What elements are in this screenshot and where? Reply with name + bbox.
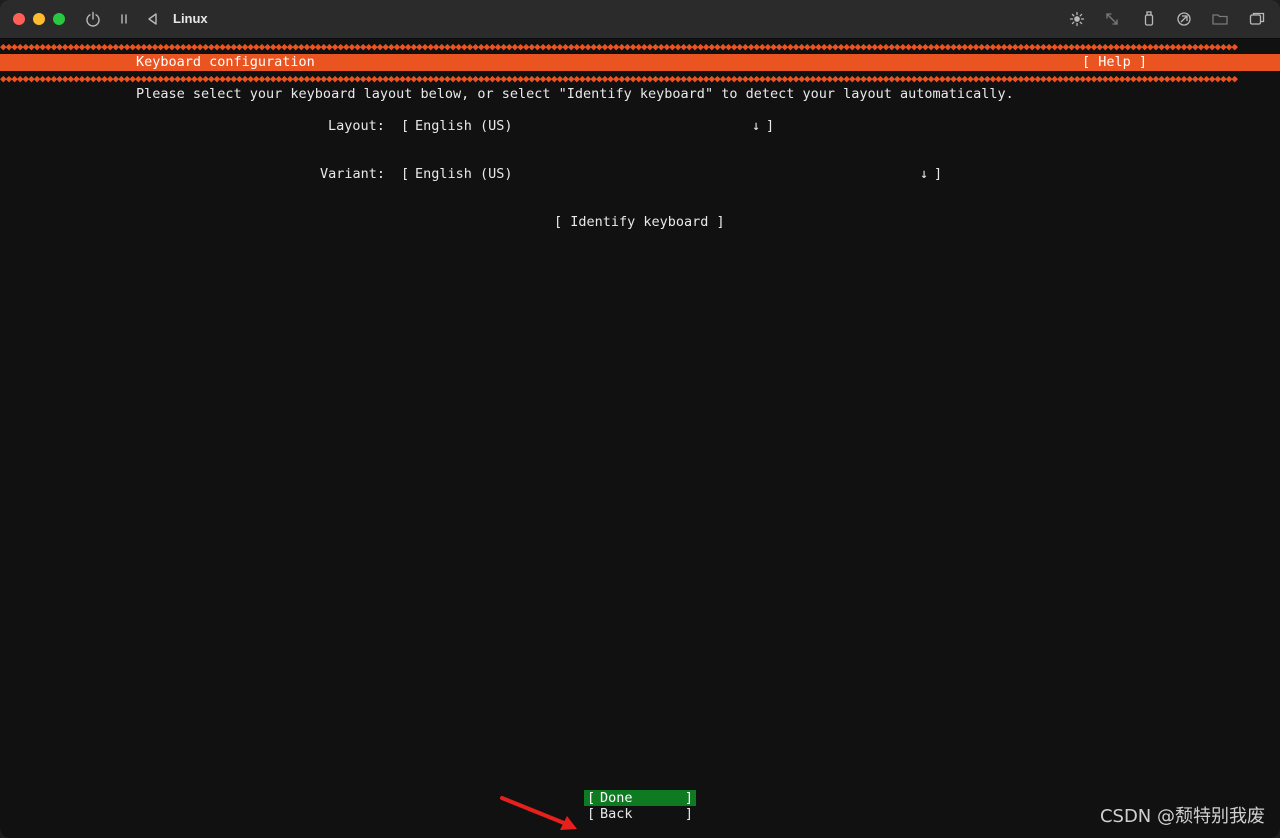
chevron-down-icon: ↓ [920,166,929,182]
page-title: Keyboard configuration [136,54,315,70]
header-pattern-top: ◆◆◆◆◆◆◆◆◆◆◆◆◆◆◆◆◆◆◆◆◆◆◆◆◆◆◆◆◆◆◆◆◆◆◆◆◆◆◆◆… [0,42,1238,51]
red-arrow-annotation [500,796,577,830]
done-bracket-left: [ [587,790,596,806]
layout-value: English (US) [415,118,513,134]
back-icon[interactable] [144,10,162,28]
title-bar: Linux [0,0,1280,39]
minimize-window-button[interactable] [33,13,45,25]
variant-bracket-right: ] [934,166,943,182]
resize-icon[interactable] [1103,10,1121,28]
folder-icon[interactable] [1211,10,1229,28]
instructions-text: Please select your keyboard layout below… [136,86,1014,102]
installer-screen: ◆◆◆◆◆◆◆◆◆◆◆◆◆◆◆◆◆◆◆◆◆◆◆◆◆◆◆◆◆◆◆◆◆◆◆◆◆◆◆◆… [0,39,1280,838]
chevron-down-icon: ↓ [752,118,761,134]
help-button[interactable]: [ Help ] [1082,54,1147,71]
variant-label: Variant: [320,166,386,182]
maximize-window-button[interactable] [53,13,65,25]
usb-icon[interactable] [1140,10,1158,28]
done-label: Done [600,790,633,806]
close-window-button[interactable] [13,13,25,25]
power-icon[interactable] [84,10,102,28]
back-button[interactable]: [ Back ] [584,806,696,822]
watermark: CSDN @颓特别我废 [1099,806,1265,827]
back-bracket-left: [ [587,806,596,822]
variant-value: English (US) [415,166,513,182]
back-label: Back [600,806,633,822]
identify-keyboard-button[interactable]: [ Identify keyboard ] [554,214,725,231]
window-icon[interactable] [1248,10,1266,28]
back-bracket-right: ] [684,806,693,822]
network-icon[interactable] [1175,10,1193,28]
layout-label: Layout: [328,118,385,134]
header-bar: Keyboard configuration [ Help ] [0,54,1280,71]
layout-bracket-right: ] [766,118,775,134]
window-title: Linux [173,11,208,26]
variant-bracket-left: [ [401,166,410,182]
vm-window: Linux ◆◆◆◆◆◆◆◆◆◆◆◆◆◆◆◆◆◆◆◆◆◆◆◆◆◆◆◆◆◆◆◆◆◆… [0,0,1280,838]
header-pattern-bottom: ◆◆◆◆◆◆◆◆◆◆◆◆◆◆◆◆◆◆◆◆◆◆◆◆◆◆◆◆◆◆◆◆◆◆◆◆◆◆◆◆… [0,74,1238,83]
done-button[interactable]: [ Done ] [584,790,696,806]
brightness-icon[interactable] [1068,10,1086,28]
layout-bracket-left: [ [401,118,410,134]
done-bracket-right: ] [684,790,693,806]
pause-icon[interactable] [115,10,133,28]
